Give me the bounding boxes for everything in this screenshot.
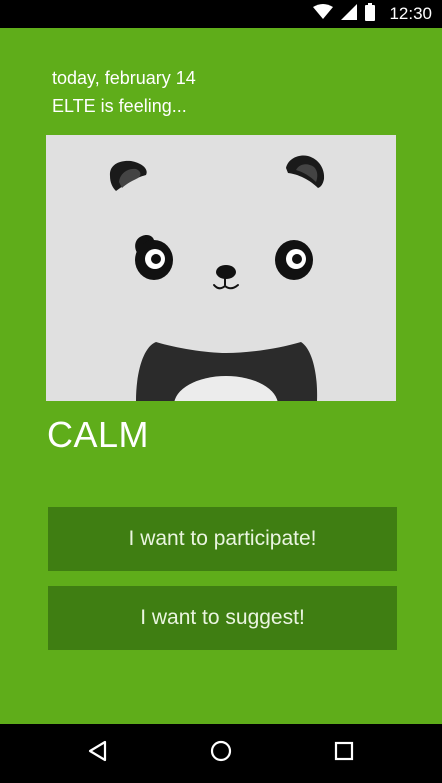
battery-icon [365,2,376,26]
mood-image [46,135,396,401]
suggest-button-label: I want to suggest! [140,606,305,629]
recents-icon [332,739,356,768]
status-icons: 12:30 [313,0,432,28]
panda-right-ear [286,155,325,188]
panda-body [136,342,318,401]
back-icon [86,739,110,768]
panda-face-illustration [109,155,325,401]
panda-left-ear [109,160,147,191]
navigation-bar [0,724,442,783]
date-text: today, february 14 [52,68,196,88]
suggest-button[interactable]: I want to suggest! [48,586,397,650]
back-button[interactable] [68,724,128,783]
participate-button-label: I want to participate! [128,527,317,550]
home-button[interactable] [191,724,251,783]
wifi-icon [313,3,334,25]
panda-right-eye [275,240,313,280]
panda-nose [213,265,239,290]
signal-icon [341,3,358,25]
status-bar: 12:30 [0,0,442,28]
mood-label: CALM [47,414,150,455]
recents-button[interactable] [314,724,374,783]
status-time: 12:30 [389,4,432,23]
participate-button[interactable]: I want to participate! [48,507,397,571]
home-icon [209,739,233,768]
feeling-text: ELTE is feeling... [52,96,187,116]
panda-left-eye [135,235,173,280]
app-content: today, february 14 ELTE is feeling... CA… [0,28,442,724]
